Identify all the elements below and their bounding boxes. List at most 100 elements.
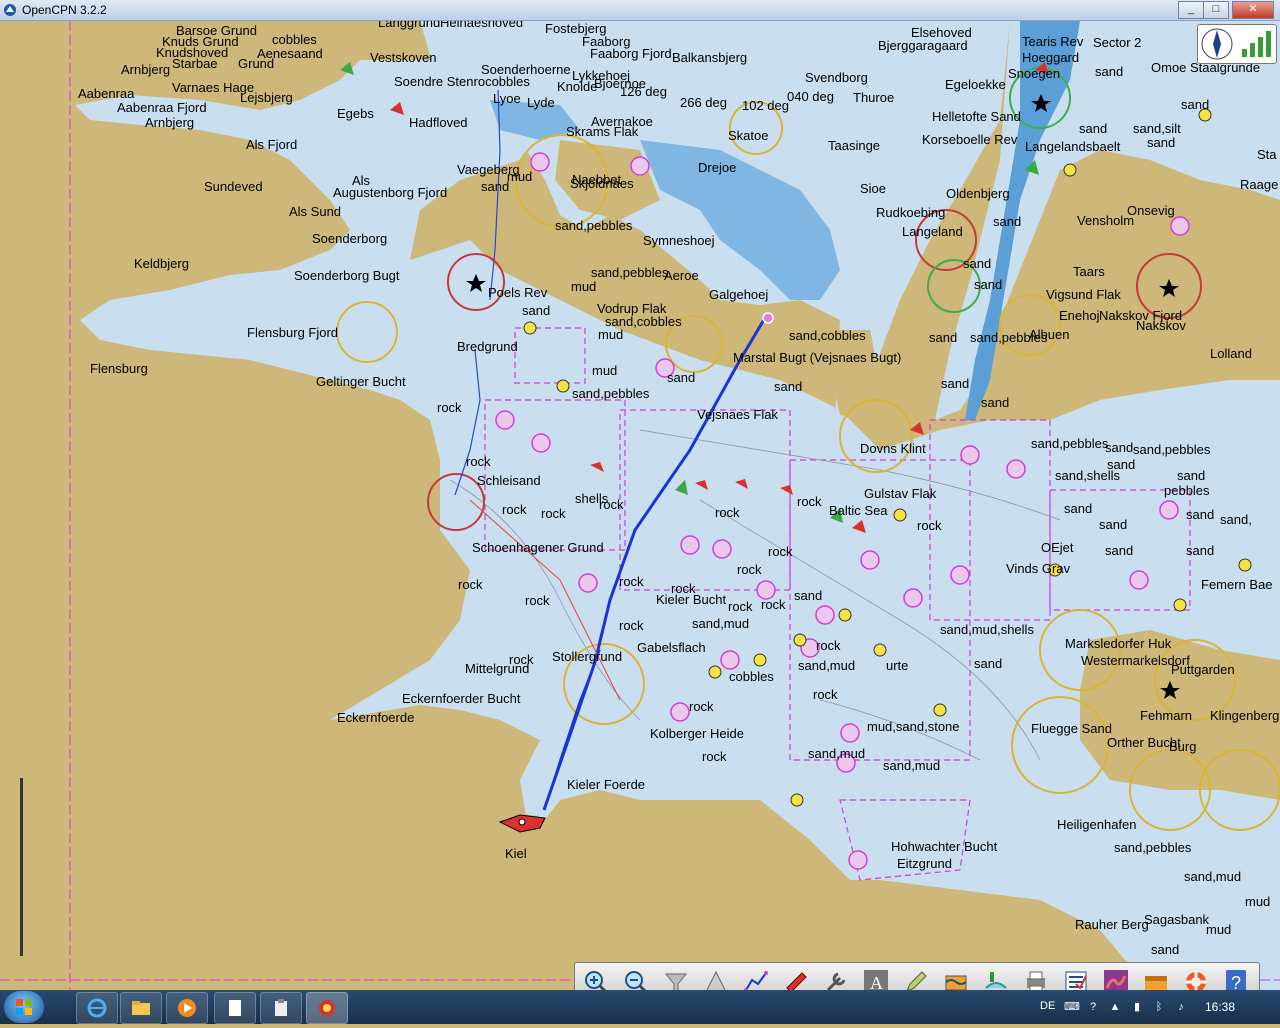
map-label: Balkansbjerg [672,50,747,65]
map-label: Starbae [172,56,218,71]
map-label: Aabenraa Fjord [117,100,207,115]
map-label: Egebs [337,106,374,121]
map-label: rock [715,505,740,520]
map-label: Thuroe [853,90,894,105]
taskbar-internet-explorer[interactable] [76,992,118,1024]
map-label: 126 deg [620,84,667,99]
map-label: rock [541,506,566,521]
map-label: Dovns Klint [860,441,926,456]
minimize-button[interactable]: _ [1178,1,1204,19]
map-label: Geltinger Bucht [316,374,406,389]
taskbar-app-2[interactable] [260,992,302,1024]
taskbar-media-player[interactable] [166,992,208,1024]
tray-network-icon[interactable]: ▮ [1130,1000,1144,1014]
map-label: Lolland [1210,346,1252,361]
map-label: pebbles [1164,483,1210,498]
map-label: rock [813,687,838,702]
tray-bluetooth-icon[interactable]: ᛒ [1152,1000,1166,1014]
map-label: sand [1099,517,1127,532]
map-label: Augustenborg Fjord [333,185,447,200]
taskbar-app-1[interactable] [214,992,256,1024]
compass-widget[interactable] [1197,24,1277,64]
map-label: Aeroe [664,268,699,283]
map-label: sand [794,588,822,603]
map-label: rock [619,618,644,633]
taskbar-opencpn[interactable] [306,992,348,1024]
map-label: Galgehoej [709,287,768,302]
map-label: mud [592,363,617,378]
map-label: Langeland [902,224,963,239]
map-label: Symneshoej [643,233,715,248]
map-label: cobbles [272,32,317,47]
tray-arrow-icon[interactable]: ▲ [1108,1000,1122,1014]
map-label: Arnbjerg [121,62,170,77]
map-label: Kieler Foerde [567,777,645,792]
map-label: Als Sund [289,204,341,219]
map-label: Sundeved [204,179,263,194]
map-label: sand [1079,121,1107,136]
nautical-chart[interactable]: Barsoe GrundcobblesKnuds GrundKnudshoved… [0,21,1280,991]
compass-icon [1201,28,1271,60]
map-label: rock [458,577,483,592]
tray-help-icon[interactable]: ? [1086,1000,1100,1014]
map-label: Helnaeshoved [440,21,523,30]
map-label: mud [571,279,596,294]
map-label: Snoegen [1008,66,1060,81]
media-player-icon [178,999,196,1017]
map-label: mud [507,169,532,184]
map-label: Soenderborg [312,231,387,246]
map-label: sand,silt [1133,121,1181,136]
map-label: Eitzgrund [897,856,952,871]
map-label: rock [761,597,786,612]
map-label: sand,pebbles [1031,436,1109,451]
map-label: Taars [1073,264,1105,279]
map-label: rock [466,454,491,469]
map-label: sand [667,370,695,385]
map-label: rock [816,638,841,653]
map-label: Rauher Berg [1075,917,1149,932]
map-label: sand [1064,501,1092,516]
map-label: Heiligenhafen [1057,817,1137,832]
map-label: Soenderborg Bugt [294,268,400,283]
input-language[interactable]: DE [1040,1000,1055,1012]
map-label: sand [993,214,1021,229]
map-label: rock [702,749,727,764]
map-label: mud,sand,stone [867,719,960,734]
map-label: sand,mud [692,616,749,631]
tray-keyboard-icon[interactable]: ⌨ [1064,1000,1080,1014]
chart-canvas[interactable]: Barsoe Grund cobbles Knuds Grund Knudshoved… [0,21,1280,991]
map-label: rock [768,544,793,559]
windows-logo-icon [16,999,32,1015]
map-label: Flensburg Fjord [247,325,338,340]
map-label: Soendre Stenrocobbles [394,74,530,89]
map-label: sand [1186,543,1214,558]
map-label: sand,pebbles [1114,840,1192,855]
waypoint-icon [762,312,774,324]
start-button[interactable] [4,991,44,1023]
map-label: Schoenhagener Grund [472,540,604,555]
close-button[interactable]: ✕ [1232,1,1274,19]
map-label: Grund [238,56,274,71]
map-label: rock [797,494,822,509]
map-label: Aabenraa [78,86,135,101]
map-label: sand [481,179,509,194]
windows-taskbar: DE ⌨ ? ▲ ▮ ᛒ ♪ 16:38 [0,990,1280,1024]
map-label: Hohwachter Bucht [891,839,998,854]
document-icon [229,1000,241,1016]
map-label: Skrams Flak [566,124,639,139]
clipboard-icon [275,999,287,1016]
taskbar-explorer[interactable] [120,992,162,1024]
map-label: Vinds Grav [1006,561,1071,576]
map-label: 102 deg [742,98,789,113]
tray-volume-icon[interactable]: ♪ [1174,1000,1188,1014]
map-label: sand,pebbles [1133,442,1211,457]
map-label: Keldbjerg [134,256,189,271]
map-label: sand [981,395,1009,410]
map-label: urte [886,658,908,673]
map-label: Arnbjerg [145,115,194,130]
taskbar-clock[interactable]: 16:38 [1205,1000,1235,1014]
map-label: Vigsund Flak [1046,287,1121,302]
title-bar: OpenCPN 3.2.2 _ □ ✕ [0,0,1280,21]
map-label: sand [774,379,802,394]
maximize-button[interactable]: □ [1203,1,1229,19]
